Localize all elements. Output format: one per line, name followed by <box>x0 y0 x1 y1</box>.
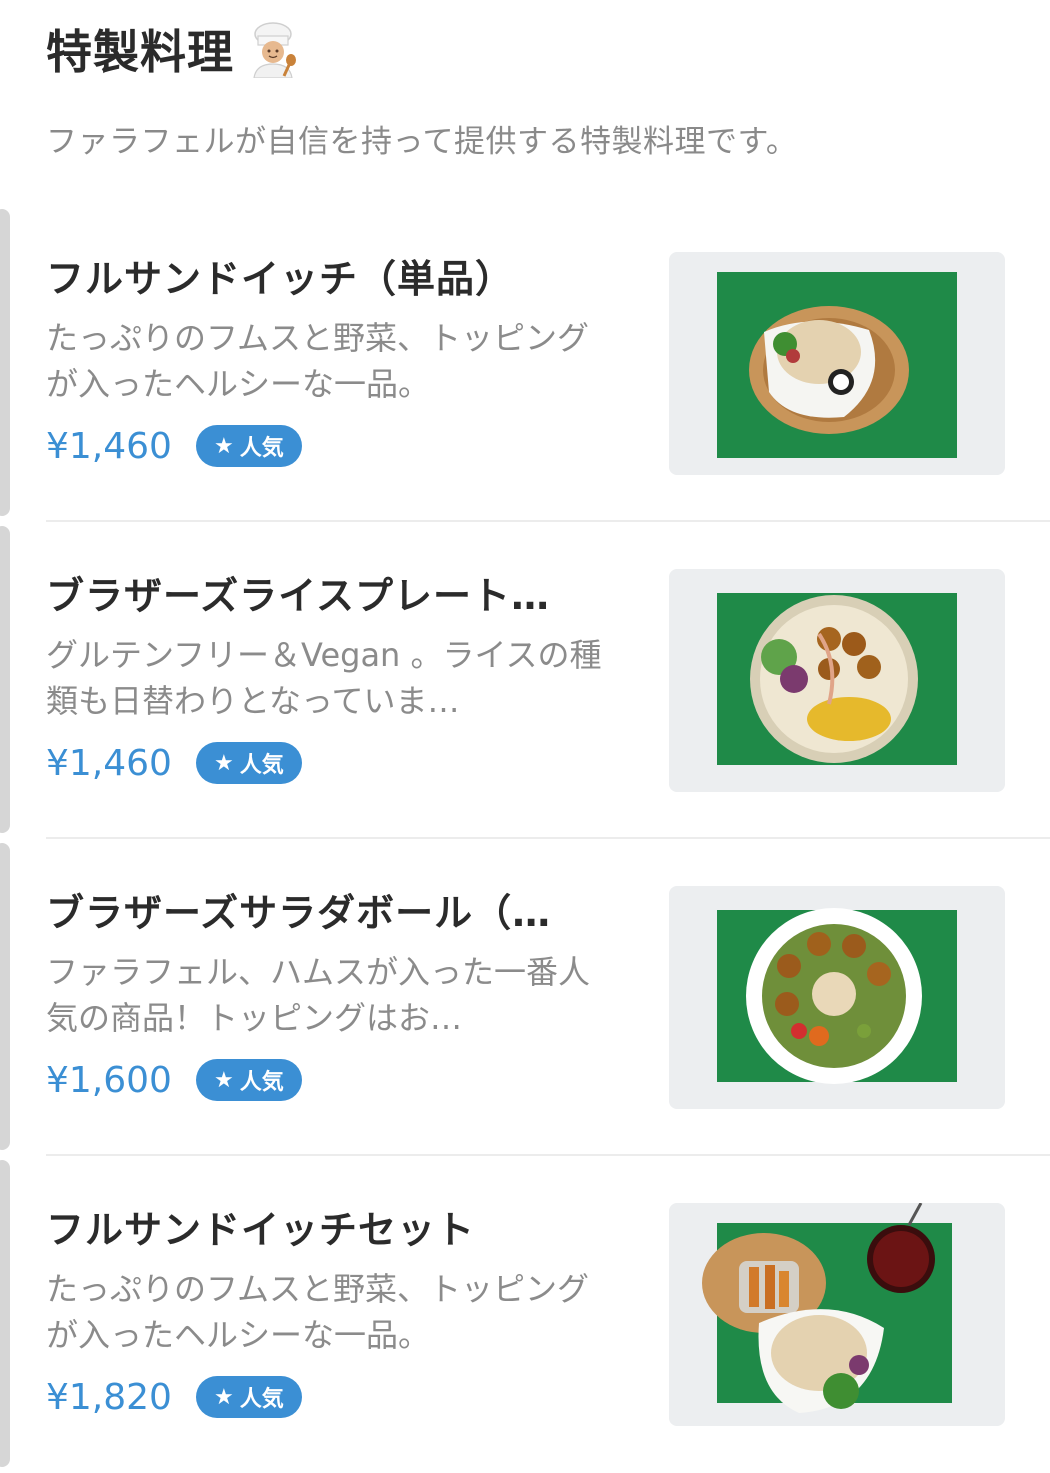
star-icon: ★ <box>213 433 234 459</box>
item-text: ブラザーズライスプレート… グルテンフリー＆Vegan 。ライスの種類も日替わり… <box>46 570 616 788</box>
badge-label: 人気 <box>239 436 284 461</box>
menu-item[interactable]: フルサンドイッチ（単品） たっぷりのフムスと野菜、トッピングが入ったヘルシーな一… <box>0 205 1050 522</box>
title-row: 特製料理 <box>46 18 1026 80</box>
menu-item[interactable]: ブラザーズライスプレート… グルテンフリー＆Vegan 。ライスの種類も日替わり… <box>0 522 1050 839</box>
badge-label: 人気 <box>239 753 284 778</box>
item-photo[interactable] <box>669 886 1005 1109</box>
section-subtitle: ファラフェルが自信を持って提供する特製料理です。 <box>46 124 798 160</box>
price-row: ¥1,820 ★ 人気 <box>46 1372 616 1422</box>
star-icon: ★ <box>213 1384 234 1410</box>
badge-label: 人気 <box>239 1387 284 1412</box>
price-row: ¥1,460 ★ 人気 <box>46 738 616 788</box>
item-description: グルテンフリー＆Vegan 。ライスの種類も日替わりとなっていま… <box>46 636 602 720</box>
item-photo[interactable] <box>669 252 1005 475</box>
item-name: ブラザーズライスプレート… <box>46 574 550 618</box>
item-price: ¥1,820 <box>46 1376 172 1418</box>
popular-badge: ★ 人気 <box>195 425 302 467</box>
popular-badge: ★ 人気 <box>195 1376 302 1418</box>
item-left-rail <box>0 1160 10 1467</box>
popular-badge: ★ 人気 <box>195 1059 302 1101</box>
item-text: ブラザーズサラダボール（… ファラフェル、ハムスが入った一番人気の商品！トッピン… <box>46 887 616 1105</box>
item-text: フルサンドイッチ（単品） たっぷりのフムスと野菜、トッピングが入ったヘルシーな一… <box>46 253 616 471</box>
item-price: ¥1,460 <box>46 742 172 784</box>
item-text: フルサンドイッチセット たっぷりのフムスと野菜、トッピングが入ったヘルシーな一品… <box>46 1204 616 1422</box>
menu-item[interactable]: フルサンドイッチセット たっぷりのフムスと野菜、トッピングが入ったヘルシーな一品… <box>0 1156 1050 1473</box>
star-icon: ★ <box>213 750 234 776</box>
item-photo[interactable] <box>669 569 1005 792</box>
item-price: ¥1,460 <box>46 425 172 467</box>
item-left-rail <box>0 209 10 516</box>
chef-emoji-icon <box>244 20 302 79</box>
menu-list: フルサンドイッチ（単品） たっぷりのフムスと野菜、トッピングが入ったヘルシーな一… <box>0 205 1050 1473</box>
item-description: ファラフェル、ハムスが入った一番人気の商品！トッピングはお… <box>46 953 591 1037</box>
star-icon: ★ <box>213 1067 234 1093</box>
badge-label: 人気 <box>239 1070 284 1095</box>
section-header: 特製料理 ファラフェルが自信を持って提供する特製料理です。 <box>46 18 1026 161</box>
item-description: たっぷりのフムスと野菜、トッピングが入ったヘルシーな一品。 <box>46 1270 590 1354</box>
item-price: ¥1,600 <box>46 1059 172 1101</box>
item-description: たっぷりのフムスと野菜、トッピングが入ったヘルシーな一品。 <box>46 319 590 403</box>
section-title: 特製料理 <box>46 25 234 79</box>
item-name: フルサンドイッチセット <box>46 1208 476 1252</box>
menu-item[interactable]: ブラザーズサラダボール（… ファラフェル、ハムスが入った一番人気の商品！トッピン… <box>0 839 1050 1156</box>
item-left-rail <box>0 843 10 1150</box>
item-name: ブラザーズサラダボール（… <box>46 891 552 935</box>
price-row: ¥1,600 ★ 人気 <box>46 1055 616 1105</box>
price-row: ¥1,460 ★ 人気 <box>46 421 616 471</box>
item-left-rail <box>0 526 10 833</box>
item-photo[interactable] <box>669 1203 1005 1426</box>
popular-badge: ★ 人気 <box>195 742 302 784</box>
item-name: フルサンドイッチ（単品） <box>46 257 515 301</box>
